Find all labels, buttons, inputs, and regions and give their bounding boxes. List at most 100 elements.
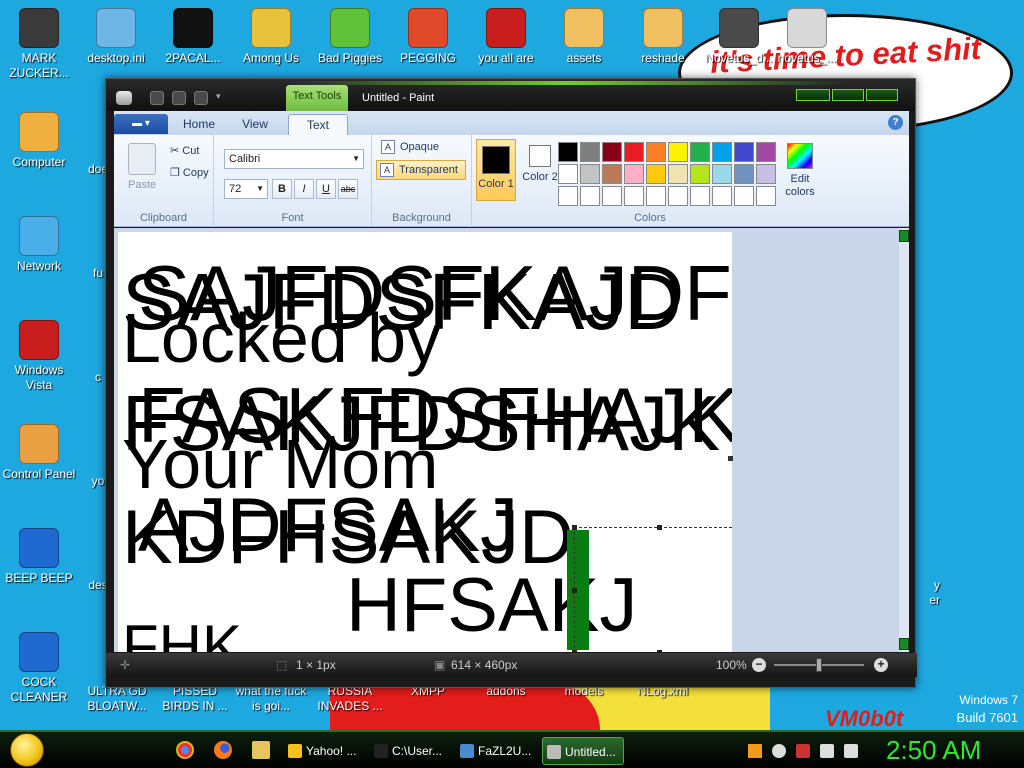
taskbar-button[interactable]: FaZL2U... xyxy=(456,737,538,765)
desktop-icon[interactable]: Among Us xyxy=(232,8,310,66)
clock[interactable]: 2:50 AM xyxy=(886,735,981,766)
maximize-button[interactable] xyxy=(832,89,864,101)
resize-handle[interactable] xyxy=(572,588,577,593)
palette-swatch[interactable] xyxy=(602,186,622,206)
desktop-icon[interactable]: Network xyxy=(0,216,78,274)
title-bar[interactable]: ▾ Text Tools Untitled - Paint xyxy=(106,79,915,111)
chrome-icon[interactable] xyxy=(176,741,194,759)
resize-handle[interactable] xyxy=(657,525,662,530)
help-icon[interactable]: ? xyxy=(888,115,903,130)
text-selection-box[interactable] xyxy=(572,525,732,652)
palette-swatch[interactable] xyxy=(580,186,600,206)
drawing-canvas[interactable]: SAJFDSFKAJDFJD SAJFDSFKAJD Locked by FAS… xyxy=(118,232,732,652)
customize-toolbar-icon[interactable]: ▾ xyxy=(216,91,226,105)
zoom-slider-handle[interactable] xyxy=(816,658,822,672)
palette-swatch[interactable] xyxy=(734,186,754,206)
tab-home[interactable]: Home xyxy=(174,114,224,135)
underline-button[interactable]: U xyxy=(316,179,336,199)
paint-window[interactable]: ▾ Text Tools Untitled - Paint ▬ ▾ Home V… xyxy=(105,78,917,688)
desktop-icon[interactable]: Bad Piggies xyxy=(311,8,389,66)
palette-swatch[interactable] xyxy=(734,164,754,184)
save-icon[interactable] xyxy=(150,91,164,105)
start-button[interactable] xyxy=(10,733,44,767)
network-tray-icon[interactable] xyxy=(820,744,834,758)
palette-swatch[interactable] xyxy=(624,186,644,206)
copy-button[interactable]: ❐ Copy xyxy=(170,166,209,179)
palette-swatch[interactable] xyxy=(712,186,732,206)
palette-swatch[interactable] xyxy=(690,186,710,206)
palette-swatch[interactable] xyxy=(734,142,754,162)
zoom-out-button[interactable]: − xyxy=(752,658,766,672)
cut-button[interactable]: ✂ Cut xyxy=(170,144,199,157)
italic-button[interactable]: I xyxy=(294,179,314,199)
desktop-icon[interactable]: Novetus_d... xyxy=(700,8,778,66)
tab-view[interactable]: View xyxy=(230,114,280,135)
taskbar-button[interactable]: Untitled... xyxy=(542,737,624,765)
desktop-icon[interactable]: desktop.ini xyxy=(77,8,155,66)
desktop-icon[interactable]: ULTRA GD BLOATW... xyxy=(78,684,156,714)
canvas-resize-handle[interactable] xyxy=(728,456,733,461)
palette-swatch[interactable] xyxy=(558,186,578,206)
taskbar-button[interactable]: Yahoo! ... xyxy=(284,737,366,765)
undo-icon[interactable] xyxy=(172,91,186,105)
palette-swatch[interactable] xyxy=(756,142,776,162)
action-center-icon[interactable] xyxy=(796,744,810,758)
palette-swatch[interactable] xyxy=(668,164,688,184)
palette-swatch[interactable] xyxy=(756,164,776,184)
desktop-icon[interactable]: novetus_... xyxy=(768,8,846,66)
taskbar-button[interactable]: C:\User... xyxy=(370,737,452,765)
palette-swatch[interactable] xyxy=(646,186,666,206)
palette-swatch[interactable] xyxy=(690,164,710,184)
desktop-icon[interactable]: assets xyxy=(545,8,623,66)
palette-swatch[interactable] xyxy=(602,164,622,184)
color2-button[interactable]: Color 2 xyxy=(520,139,560,201)
palette-swatch[interactable] xyxy=(624,164,644,184)
desktop-icon[interactable]: Computer xyxy=(0,112,78,170)
vertical-scrollbar[interactable] xyxy=(899,228,909,652)
palette-swatch[interactable] xyxy=(558,142,578,162)
resize-handle[interactable] xyxy=(657,650,662,652)
desktop-icon[interactable]: Control Panel xyxy=(0,424,78,482)
paint-app-icon[interactable] xyxy=(116,91,132,105)
palette-swatch[interactable] xyxy=(712,142,732,162)
explorer-icon[interactable] xyxy=(252,741,270,759)
paste-button[interactable]: Paste xyxy=(128,179,156,191)
tray-app-icon[interactable] xyxy=(772,744,786,758)
edit-colors-button[interactable]: Edit colors xyxy=(780,143,820,199)
desktop-icon[interactable]: PEGGING xyxy=(389,8,467,66)
palette-swatch[interactable] xyxy=(668,142,688,162)
paint-menu-button[interactable]: ▬ ▾ xyxy=(114,114,168,134)
desktop-icon[interactable]: reshade xyxy=(624,8,702,66)
desktop-icon[interactable]: you all are xyxy=(467,8,545,66)
font-size-select[interactable]: 72 ▼ xyxy=(224,179,268,199)
desktop-icon[interactable]: PISSED BIRDS IN ... xyxy=(156,684,234,714)
paste-icon[interactable] xyxy=(128,143,156,175)
search-icon[interactable] xyxy=(748,744,762,758)
palette-swatch[interactable] xyxy=(756,186,776,206)
zoom-in-button[interactable]: + xyxy=(874,658,888,672)
minimize-button[interactable] xyxy=(796,89,830,101)
desktop-icon[interactable]: RUSSIA INVADES ... xyxy=(311,684,389,714)
volume-icon[interactable] xyxy=(844,744,858,758)
transparent-option[interactable]: A Transparent xyxy=(376,160,466,180)
resize-handle[interactable] xyxy=(572,650,577,652)
firefox-icon[interactable] xyxy=(214,741,232,759)
scroll-down-button[interactable] xyxy=(899,638,909,650)
desktop-icon[interactable]: COCK CLEANER xyxy=(0,632,78,705)
palette-swatch[interactable] xyxy=(668,186,688,206)
palette-swatch[interactable] xyxy=(558,164,578,184)
palette-swatch[interactable] xyxy=(580,164,600,184)
palette-swatch[interactable] xyxy=(712,164,732,184)
color1-button[interactable]: Color 1 xyxy=(476,139,516,201)
palette-swatch[interactable] xyxy=(690,142,710,162)
palette-swatch[interactable] xyxy=(646,142,666,162)
palette-swatch[interactable] xyxy=(624,142,644,162)
scroll-up-button[interactable] xyxy=(899,230,909,242)
palette-swatch[interactable] xyxy=(580,142,600,162)
tab-text[interactable]: Text xyxy=(288,114,348,135)
resize-handle[interactable] xyxy=(572,525,577,530)
font-family-select[interactable]: Calibri ▼ xyxy=(224,149,364,169)
strikethrough-button[interactable]: abc xyxy=(338,179,358,199)
redo-icon[interactable] xyxy=(194,91,208,105)
desktop-icon[interactable]: MARK ZUCKER... xyxy=(0,8,78,81)
